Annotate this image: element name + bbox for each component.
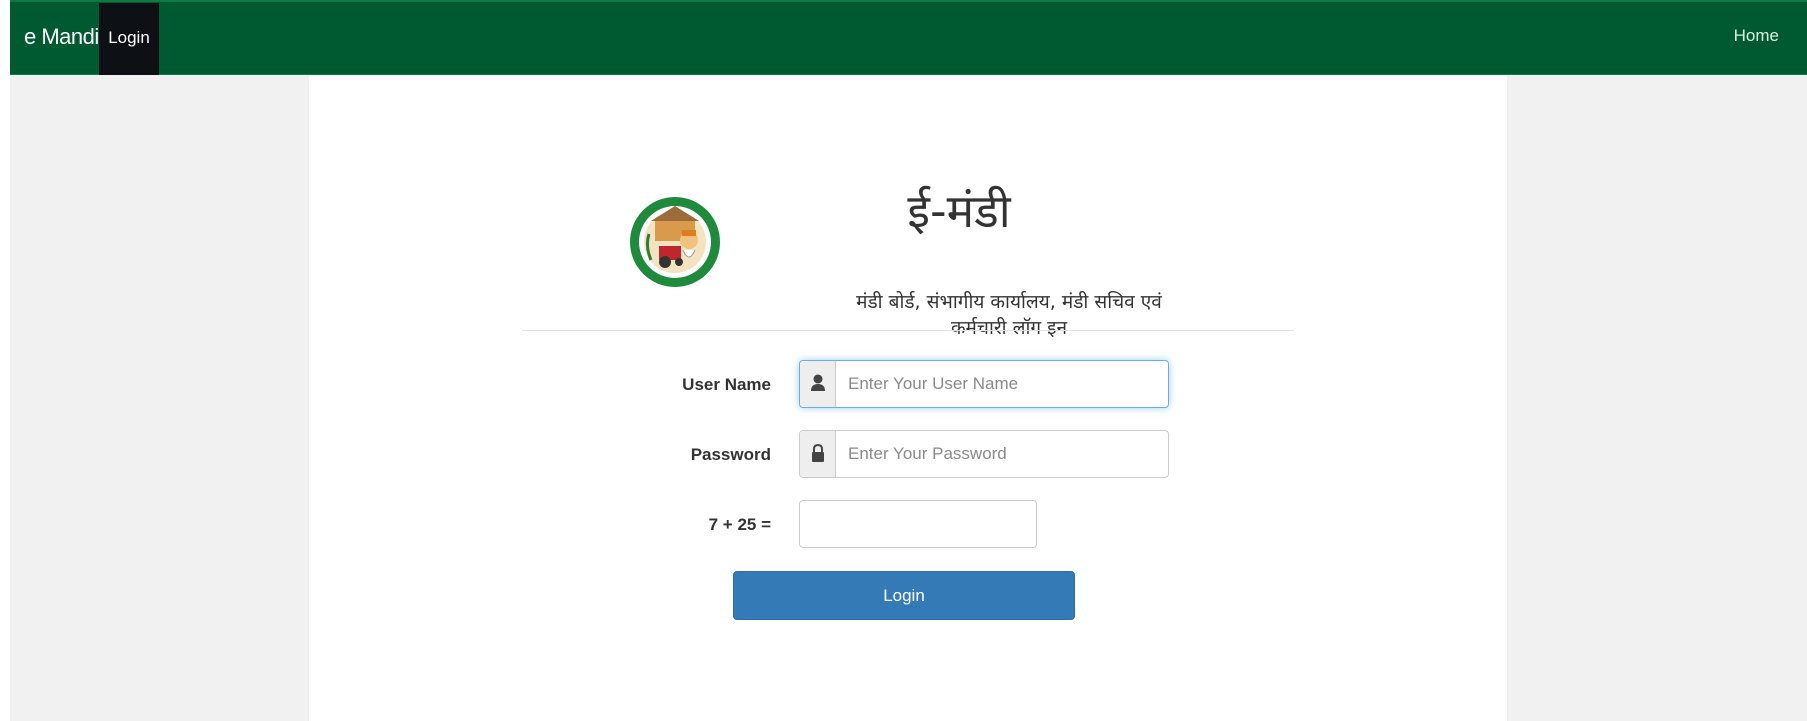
password-addon [800,431,836,477]
captcha-label: 7 + 25 = [708,515,771,534]
brand-link[interactable]: e Mandi [24,24,99,50]
password-input[interactable] [836,431,1168,477]
username-addon [800,361,836,407]
password-label: Password [690,445,771,464]
password-field-group [799,430,1169,478]
nav-home-link[interactable]: Home [1734,26,1779,46]
captcha-field-group [799,500,1037,548]
top-navbar: e Mandi Login Home [10,0,1807,75]
nav-login-tab[interactable]: Login [99,3,159,75]
lock-icon [812,444,824,462]
username-field-group [799,360,1169,408]
username-label: User Name [682,375,771,394]
username-input[interactable] [836,361,1168,407]
captcha-input[interactable] [800,501,1036,547]
page-background: e Mandi Login Home ई-मंडी मंडी बोर्ड, सं… [10,0,1807,721]
user-icon [811,374,825,391]
page-subtitle: मंडी बोर्ड, संभागीय कार्यालय, मंडी सचिव … [856,291,1162,339]
header-divider [522,330,1294,331]
login-button[interactable]: Login [733,571,1075,620]
login-panel: ई-मंडी मंडी बोर्ड, संभागीय कार्यालय, मंड… [309,75,1507,721]
page-title: ई-मंडी [907,184,1011,238]
mandi-board-emblem-icon [630,197,720,287]
